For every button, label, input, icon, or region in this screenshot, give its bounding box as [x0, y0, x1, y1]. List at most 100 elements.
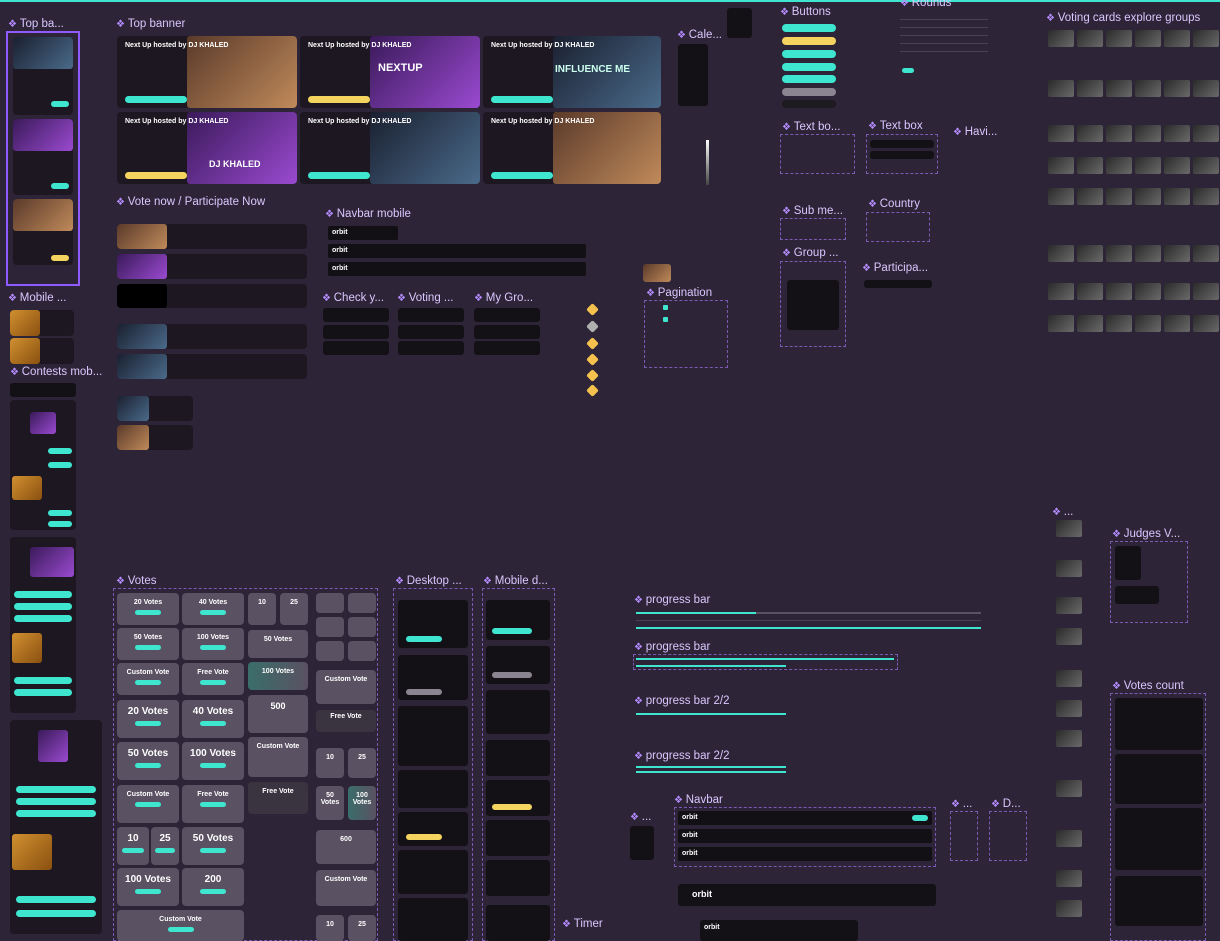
voting-card-thumb[interactable]	[1048, 188, 1074, 205]
voting-card-thumb[interactable]	[1164, 30, 1190, 47]
voting-card-thumb[interactable]	[1193, 30, 1219, 47]
participant-card[interactable]	[398, 898, 468, 941]
voting-card-thumb[interactable]	[1077, 157, 1103, 174]
banner-card[interactable]: Next Up hosted by DJ KHALED	[483, 112, 661, 184]
vote-list-item[interactable]	[117, 254, 307, 279]
voting-card-thumb[interactable]	[1056, 628, 1082, 645]
participant-card[interactable]	[486, 820, 550, 856]
voting-card-thumb[interactable]	[1048, 30, 1074, 47]
vote-option[interactable]: Custom Vote	[117, 785, 179, 823]
voting-card-thumb[interactable]	[1077, 125, 1103, 142]
vote-option[interactable]: 100 Votes	[248, 662, 308, 690]
participant-card[interactable]	[398, 600, 468, 648]
voting-card-thumb[interactable]	[1048, 315, 1074, 332]
mobile-banner-card[interactable]	[13, 37, 73, 115]
voting-card-thumb[interactable]	[1164, 188, 1190, 205]
vote-option[interactable]	[316, 593, 344, 613]
vote-option[interactable]: 50 Votes	[316, 786, 344, 820]
voting-card-thumb[interactable]	[1056, 870, 1082, 887]
participant-card[interactable]	[486, 600, 550, 640]
vote-list-item[interactable]	[117, 224, 307, 249]
vote-option[interactable]	[348, 617, 376, 637]
vote-list-item[interactable]	[117, 284, 307, 308]
voting-card-thumb[interactable]	[1056, 520, 1082, 537]
check-item[interactable]	[323, 308, 389, 322]
participant-card[interactable]	[398, 655, 468, 700]
voting-card-thumb[interactable]	[1056, 780, 1082, 797]
vote-option[interactable]	[348, 593, 376, 613]
vote-option[interactable]: 10	[316, 915, 344, 941]
scrollbar[interactable]	[706, 140, 709, 185]
sample-button[interactable]	[782, 24, 836, 32]
vote-option[interactable]: 10	[248, 593, 276, 625]
voting-card-thumb[interactable]	[1164, 283, 1190, 300]
voting-card-thumb[interactable]	[1077, 283, 1103, 300]
voting-card-thumb[interactable]	[1193, 157, 1219, 174]
voting-card-thumb[interactable]	[1056, 730, 1082, 747]
vote-option[interactable]: 25	[280, 593, 308, 625]
vote-option[interactable]: 25	[348, 915, 376, 941]
text-input[interactable]	[870, 151, 934, 159]
voting-card-thumb[interactable]	[1056, 700, 1082, 717]
voting-leaderboard-item[interactable]	[398, 308, 464, 322]
voting-card-thumb[interactable]	[1135, 315, 1161, 332]
sample-button[interactable]	[782, 63, 836, 71]
voting-card-thumb[interactable]	[1056, 560, 1082, 577]
participant-card[interactable]	[486, 860, 550, 896]
vote-option[interactable]: 50 Votes	[117, 628, 179, 660]
voting-card-thumb[interactable]	[1056, 670, 1082, 687]
vote-option[interactable]: Free Vote	[248, 782, 308, 814]
voting-card-thumb[interactable]	[1106, 245, 1132, 262]
vote-option[interactable]	[316, 641, 344, 661]
vote-list-item[interactable]	[117, 425, 193, 450]
vote-option[interactable]: 500	[248, 695, 308, 733]
vote-list-item[interactable]	[117, 324, 307, 349]
voting-card-thumb[interactable]	[1193, 188, 1219, 205]
vote-option[interactable]: 20 Votes	[117, 700, 179, 738]
vote-option[interactable]: Free Vote	[316, 710, 376, 732]
vote-option[interactable]: 200	[182, 868, 244, 906]
vote-option[interactable]: 100 Votes	[117, 868, 179, 906]
banner-card[interactable]: Next Up hosted by DJ KHALED DJ KHALED	[117, 112, 297, 184]
vote-option[interactable]: Custom Vote	[248, 737, 308, 777]
vote-option[interactable]: 600	[316, 830, 376, 864]
vote-option[interactable]: Custom Vote	[117, 663, 179, 695]
check-item[interactable]	[323, 341, 389, 355]
vote-option[interactable]: 25	[151, 827, 179, 865]
vote-option[interactable]: 10	[117, 827, 149, 865]
banner-card[interactable]: Next Up hosted by DJ KHALED	[300, 112, 480, 184]
sample-button[interactable]	[782, 75, 836, 83]
voting-card-thumb[interactable]	[1106, 157, 1132, 174]
vote-option[interactable]: 100 Votes	[182, 742, 244, 780]
participant-card[interactable]	[486, 780, 550, 816]
vote-list-item[interactable]	[117, 354, 307, 379]
banner-card[interactable]: Next Up hosted by DJ KHALED INFLUENCE ME	[483, 36, 661, 108]
voting-card-thumb[interactable]	[1048, 283, 1074, 300]
mobile-banner-card[interactable]	[13, 119, 73, 195]
voting-card-thumb[interactable]	[1135, 188, 1161, 205]
voting-card-thumb[interactable]	[1106, 283, 1132, 300]
vote-option[interactable]	[348, 641, 376, 661]
voting-card-thumb[interactable]	[1106, 315, 1132, 332]
participants-input[interactable]	[864, 280, 932, 288]
vote-option[interactable]: Free Vote	[182, 785, 244, 823]
contest-mobile-card[interactable]	[10, 537, 76, 713]
voting-card-thumb[interactable]	[1106, 125, 1132, 142]
voting-card-thumb[interactable]	[1164, 245, 1190, 262]
voting-leaderboard-item[interactable]	[398, 341, 464, 355]
participant-card[interactable]	[398, 812, 468, 846]
vote-option[interactable]: 100 Votes	[182, 628, 244, 660]
voting-card-thumb[interactable]	[1135, 245, 1161, 262]
mobile-card[interactable]	[10, 310, 74, 336]
participant-card[interactable]	[398, 770, 468, 808]
vote-option[interactable]: 20 Votes	[117, 593, 179, 625]
voting-card-thumb[interactable]	[1135, 30, 1161, 47]
group-leaderboard-item[interactable]	[474, 325, 540, 339]
participant-card[interactable]	[486, 905, 550, 941]
banner-card[interactable]: Next Up hosted by DJ KHALED	[117, 36, 297, 108]
vote-option[interactable]: 100 Votes	[348, 786, 376, 820]
vote-option[interactable]: 25	[348, 748, 376, 778]
voting-leaderboard-item[interactable]	[398, 325, 464, 339]
vote-option[interactable]: 40 Votes	[182, 593, 244, 625]
voting-card-thumb[interactable]	[1164, 157, 1190, 174]
